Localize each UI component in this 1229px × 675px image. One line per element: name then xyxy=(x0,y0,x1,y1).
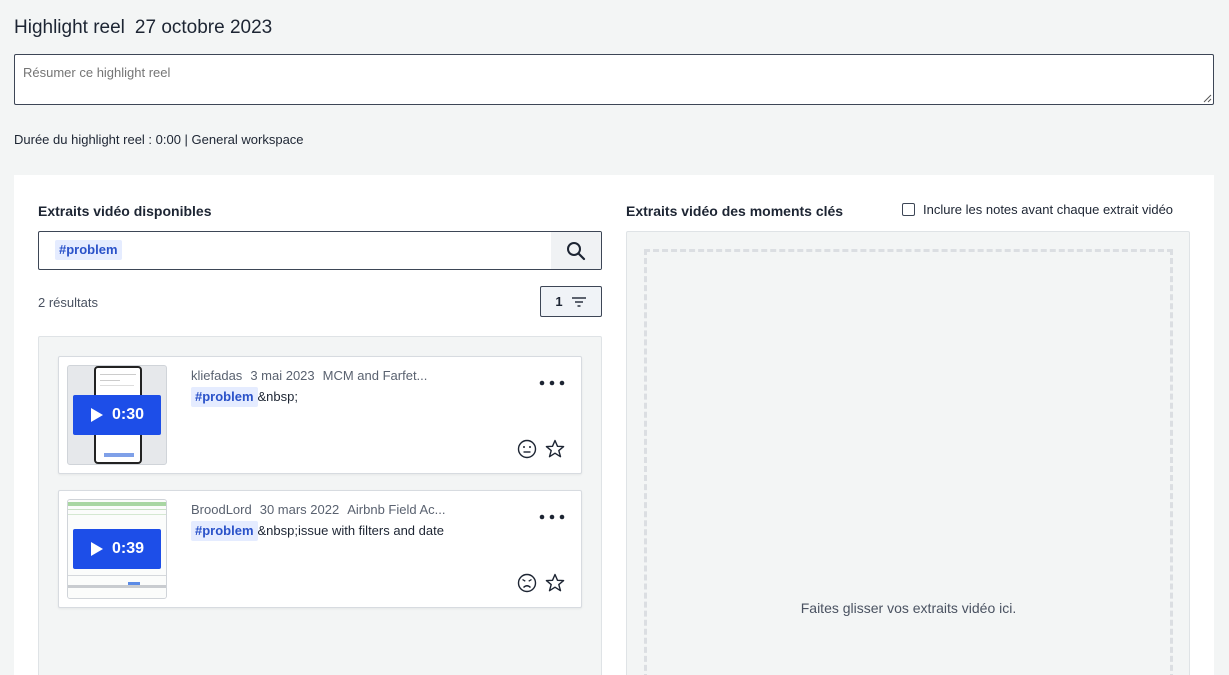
search-input[interactable]: #problem xyxy=(38,231,602,270)
search-button[interactable] xyxy=(551,232,601,269)
include-notes-checkbox[interactable] xyxy=(902,203,915,216)
filter-count: 1 xyxy=(555,294,563,309)
clip-date: 3 mai 2023 xyxy=(250,368,315,383)
title-text: Highlight reel xyxy=(14,17,125,38)
include-notes-option[interactable]: Inclure les notes avant chaque extrait v… xyxy=(902,202,1173,217)
clip-date: 30 mars 2022 xyxy=(259,502,340,517)
sad-face-icon xyxy=(517,573,537,593)
clips-panel: Extraits vidéo disponibles #problem 2 ré… xyxy=(14,175,1214,675)
available-clips-heading: Extraits vidéo disponibles xyxy=(38,203,212,219)
clip-thumbnail[interactable]: 0:39 xyxy=(67,499,167,599)
key-moments-heading: Extraits vidéo des moments clés xyxy=(626,203,844,219)
dropzone-text: Faites glisser vos extraits vidéo ici. xyxy=(800,600,1017,616)
summary-input[interactable] xyxy=(14,54,1214,105)
play-clip-button[interactable]: 0:30 xyxy=(73,395,161,435)
resize-grip-icon[interactable] xyxy=(1203,94,1212,103)
clip-text: #problem &nbsp; xyxy=(191,387,298,407)
more-options-button[interactable] xyxy=(537,505,567,525)
clip-project: MCM and Farfet... xyxy=(322,368,428,383)
clip-duration: 0:39 xyxy=(111,540,145,557)
clip-author: BroodLord xyxy=(191,502,252,517)
results-count: 2 résultats xyxy=(38,295,98,310)
star-button[interactable] xyxy=(545,573,565,593)
filter-button[interactable]: 1 xyxy=(540,286,602,317)
play-icon xyxy=(90,408,103,422)
clip-note: &nbsp; xyxy=(257,389,298,404)
dropzone-dashed-area: Faites glisser vos extraits vidéo ici. xyxy=(644,249,1173,675)
clip-tag[interactable]: #problem xyxy=(191,521,258,541)
clip-card[interactable]: 0:39 BroodLord 30 mars 2022 Airbnb Field A… xyxy=(58,490,582,608)
clip-note: &nbsp;issue with filters and date xyxy=(257,523,444,538)
clip-tag[interactable]: #problem xyxy=(191,387,258,407)
more-horizontal-icon xyxy=(539,380,565,385)
page-title: Highlight reel 27 octobre 2023 xyxy=(14,17,272,39)
neutral-face-icon xyxy=(517,439,537,459)
star-icon xyxy=(545,439,565,458)
sentiment-button[interactable] xyxy=(517,439,537,459)
clip-meta: kliefadas 3 mai 2023 MCM and Farfet... xyxy=(191,368,435,383)
more-options-button[interactable] xyxy=(537,371,567,391)
star-button[interactable] xyxy=(545,439,565,459)
more-horizontal-icon xyxy=(539,514,565,519)
clip-text: #problem &nbsp;issue with filters and dat… xyxy=(191,521,444,541)
clip-duration: 0:30 xyxy=(111,406,145,423)
search-icon xyxy=(567,241,586,260)
key-moments-dropzone[interactable]: Faites glisser vos extraits vidéo ici. xyxy=(626,231,1190,675)
star-icon xyxy=(545,573,565,592)
play-clip-button[interactable]: 0:39 xyxy=(73,529,161,569)
search-tag[interactable]: #problem xyxy=(55,240,122,260)
clip-author: kliefadas xyxy=(191,368,243,383)
sentiment-button[interactable] xyxy=(517,573,537,593)
clip-project: Airbnb Field Ac... xyxy=(347,502,446,517)
clip-thumbnail[interactable]: 0:30 xyxy=(67,365,167,465)
filter-icon xyxy=(571,296,586,307)
clip-meta: BroodLord 30 mars 2022 Airbnb Field Ac... xyxy=(191,502,454,517)
available-clips-list: 0:30 kliefadas 3 mai 2023 MCM and Farfet..… xyxy=(38,336,602,675)
title-date: 27 octobre 2023 xyxy=(134,17,273,38)
clip-card[interactable]: 0:30 kliefadas 3 mai 2023 MCM and Farfet..… xyxy=(58,356,582,474)
reel-meta: Durée du highlight reel : 0:00 | General… xyxy=(14,132,304,147)
play-icon xyxy=(90,542,103,556)
include-notes-label: Inclure les notes avant chaque extrait v… xyxy=(923,202,1174,217)
